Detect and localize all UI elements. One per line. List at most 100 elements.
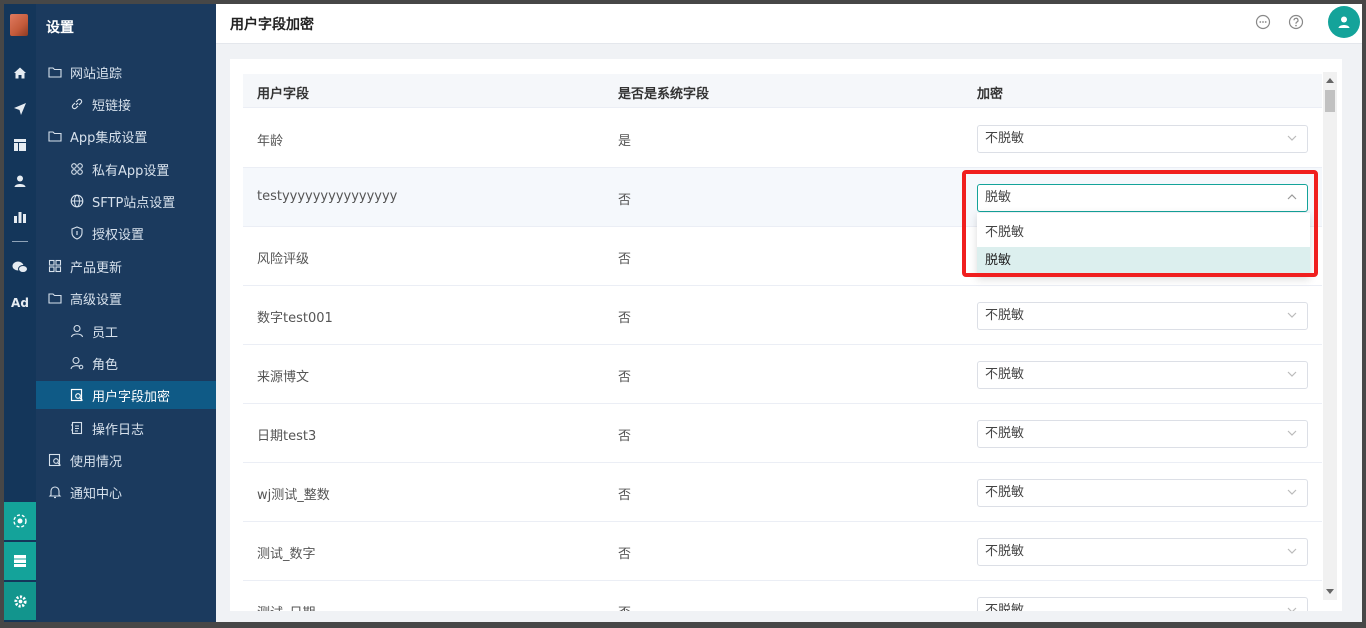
scroll-up-icon[interactable] xyxy=(1326,78,1334,83)
system-flag: 否 xyxy=(618,311,632,326)
sidebar-item-short-link[interactable]: 短链接 xyxy=(36,90,216,118)
system-flag: 否 xyxy=(618,370,632,385)
encrypt-doc-icon xyxy=(70,388,84,402)
sidebar-item-usage[interactable]: 使用情况 xyxy=(36,446,216,474)
layout-icon[interactable] xyxy=(4,130,36,160)
sidebar-item-label: 短链接 xyxy=(92,98,132,114)
home-icon[interactable] xyxy=(4,58,36,88)
icon-rail: Ad xyxy=(4,4,36,622)
sidebar-item-label: 通知中心 xyxy=(70,486,123,502)
usage-icon xyxy=(48,453,62,467)
folder-icon xyxy=(48,291,62,305)
system-flag: 否 xyxy=(618,602,631,611)
field-name: wj测试_整数 xyxy=(257,488,330,503)
chevron-down-icon xyxy=(1287,548,1297,554)
folder-icon xyxy=(48,65,62,79)
system-flag: 是 xyxy=(618,134,632,149)
system-flag: 否 xyxy=(618,193,632,208)
encrypt-select[interactable]: 不脱敏 xyxy=(977,597,1308,611)
link-icon xyxy=(70,97,84,111)
system-flag: 否 xyxy=(618,429,632,444)
ad-icon[interactable]: Ad xyxy=(4,288,36,318)
sidebar-item-label: 用户字段加密 xyxy=(92,389,171,405)
encrypt-select[interactable]: 不脱敏 xyxy=(977,538,1308,566)
table-row: 数字test001 否 不脱敏 xyxy=(243,286,1322,345)
sidebar-item-app-integration[interactable]: App集成设置 xyxy=(36,122,216,150)
field-name: 测试_日期 xyxy=(257,602,316,611)
select-value: 不脱敏 xyxy=(985,367,1025,382)
server-icon[interactable] xyxy=(4,542,36,580)
column-header-encrypt: 加密 xyxy=(977,87,1004,102)
contacts-icon[interactable] xyxy=(4,166,36,196)
table-header: 用户字段 是否是系统字段 加密 xyxy=(243,74,1322,108)
sidebar-item-notifications[interactable]: 通知中心 xyxy=(36,478,216,506)
sidebar-item-label: 网站追踪 xyxy=(70,66,123,82)
highlight-box xyxy=(962,170,1318,277)
sidebar-item-operation-log[interactable]: 操作日志 xyxy=(36,414,216,442)
field-name: 日期test3 xyxy=(257,429,317,444)
scroll-thumb[interactable] xyxy=(1325,90,1335,112)
log-icon xyxy=(70,421,84,435)
wechat-icon[interactable] xyxy=(4,252,36,282)
field-name: 来源博文 xyxy=(257,370,310,385)
table-row: wj测试_整数 否 不脱敏 xyxy=(243,463,1322,522)
select-value: 不脱敏 xyxy=(985,308,1025,323)
sidebar-item-roles[interactable]: 角色 xyxy=(36,349,216,377)
content-card: 用户字段 是否是系统字段 加密 年龄 是 不脱敏 testyyyyyyyyyyy… xyxy=(230,59,1342,611)
bar-chart-icon[interactable] xyxy=(4,202,36,232)
field-name: 年龄 xyxy=(257,134,284,149)
folder-icon xyxy=(48,129,62,143)
chevron-down-icon xyxy=(1287,489,1297,495)
grid-icon xyxy=(48,259,62,273)
help-icon[interactable] xyxy=(1288,14,1304,30)
send-icon[interactable] xyxy=(4,94,36,124)
encrypt-select[interactable]: 不脱敏 xyxy=(977,302,1308,330)
sidebar-item-field-encryption[interactable]: 用户字段加密 xyxy=(36,381,216,409)
sidebar-item-employees[interactable]: 员工 xyxy=(36,317,216,345)
page-title: 用户字段加密 xyxy=(230,17,314,33)
encrypt-select[interactable]: 不脱敏 xyxy=(977,420,1308,448)
scroll-down-icon[interactable] xyxy=(1326,589,1334,594)
sidebar-item-label: 私有App设置 xyxy=(92,163,170,179)
apps-icon xyxy=(70,162,84,176)
sidebar-item-label: 角色 xyxy=(92,357,119,373)
sidebar-item-authorization[interactable]: 授权设置 xyxy=(36,219,216,247)
system-flag: 否 xyxy=(618,488,632,503)
table-row: 测试_数字 否 不脱敏 xyxy=(243,522,1322,581)
sidebar-item-sftp[interactable]: SFTP站点设置 xyxy=(36,187,216,215)
page-header: 用户字段加密 xyxy=(216,4,1362,44)
sidebar-item-website-tracking[interactable]: 网站追踪 xyxy=(36,58,216,86)
sidebar-item-label: App集成设置 xyxy=(70,130,148,146)
table-row: 测试_日期 否 不脱敏 xyxy=(243,581,1322,611)
encrypt-select[interactable]: 不脱敏 xyxy=(977,479,1308,507)
column-header-field: 用户字段 xyxy=(257,87,310,102)
avatar[interactable] xyxy=(1328,6,1360,38)
hub-icon[interactable] xyxy=(4,502,36,540)
encrypt-select[interactable]: 不脱敏 xyxy=(977,125,1308,153)
sidebar-item-advanced-settings[interactable]: 高级设置 xyxy=(36,284,216,312)
system-flag: 否 xyxy=(618,547,632,562)
gear-icon[interactable] xyxy=(4,582,36,620)
settings-sidebar: 设置 网站追踪 短链接 App集成设置 私有App设置 SFTP站点设置 授权设… xyxy=(36,4,216,622)
avatar-icon xyxy=(1338,16,1350,28)
logo-icon xyxy=(10,14,28,36)
system-flag: 否 xyxy=(618,252,632,267)
sidebar-item-product-updates[interactable]: 产品更新 xyxy=(36,252,216,280)
globe-icon xyxy=(70,194,84,208)
chat-icon[interactable] xyxy=(1255,14,1271,30)
sidebar-item-private-app[interactable]: 私有App设置 xyxy=(36,155,216,183)
rail-divider xyxy=(12,241,28,242)
sidebar-title: 设置 xyxy=(46,20,74,36)
vertical-scrollbar[interactable] xyxy=(1323,72,1337,600)
select-value: 不脱敏 xyxy=(985,603,1025,611)
bell-icon xyxy=(48,485,62,499)
encrypt-select[interactable]: 不脱敏 xyxy=(977,361,1308,389)
chevron-down-icon xyxy=(1287,135,1297,141)
chevron-down-icon xyxy=(1287,430,1297,436)
table-row: 年龄 是 不脱敏 xyxy=(243,109,1322,168)
column-header-system: 是否是系统字段 xyxy=(618,87,710,102)
table-row: 来源博文 否 不脱敏 xyxy=(243,345,1322,404)
chevron-down-icon xyxy=(1287,312,1297,318)
table-row: 日期test3 否 不脱敏 xyxy=(243,404,1322,463)
select-value: 不脱敏 xyxy=(985,544,1025,559)
